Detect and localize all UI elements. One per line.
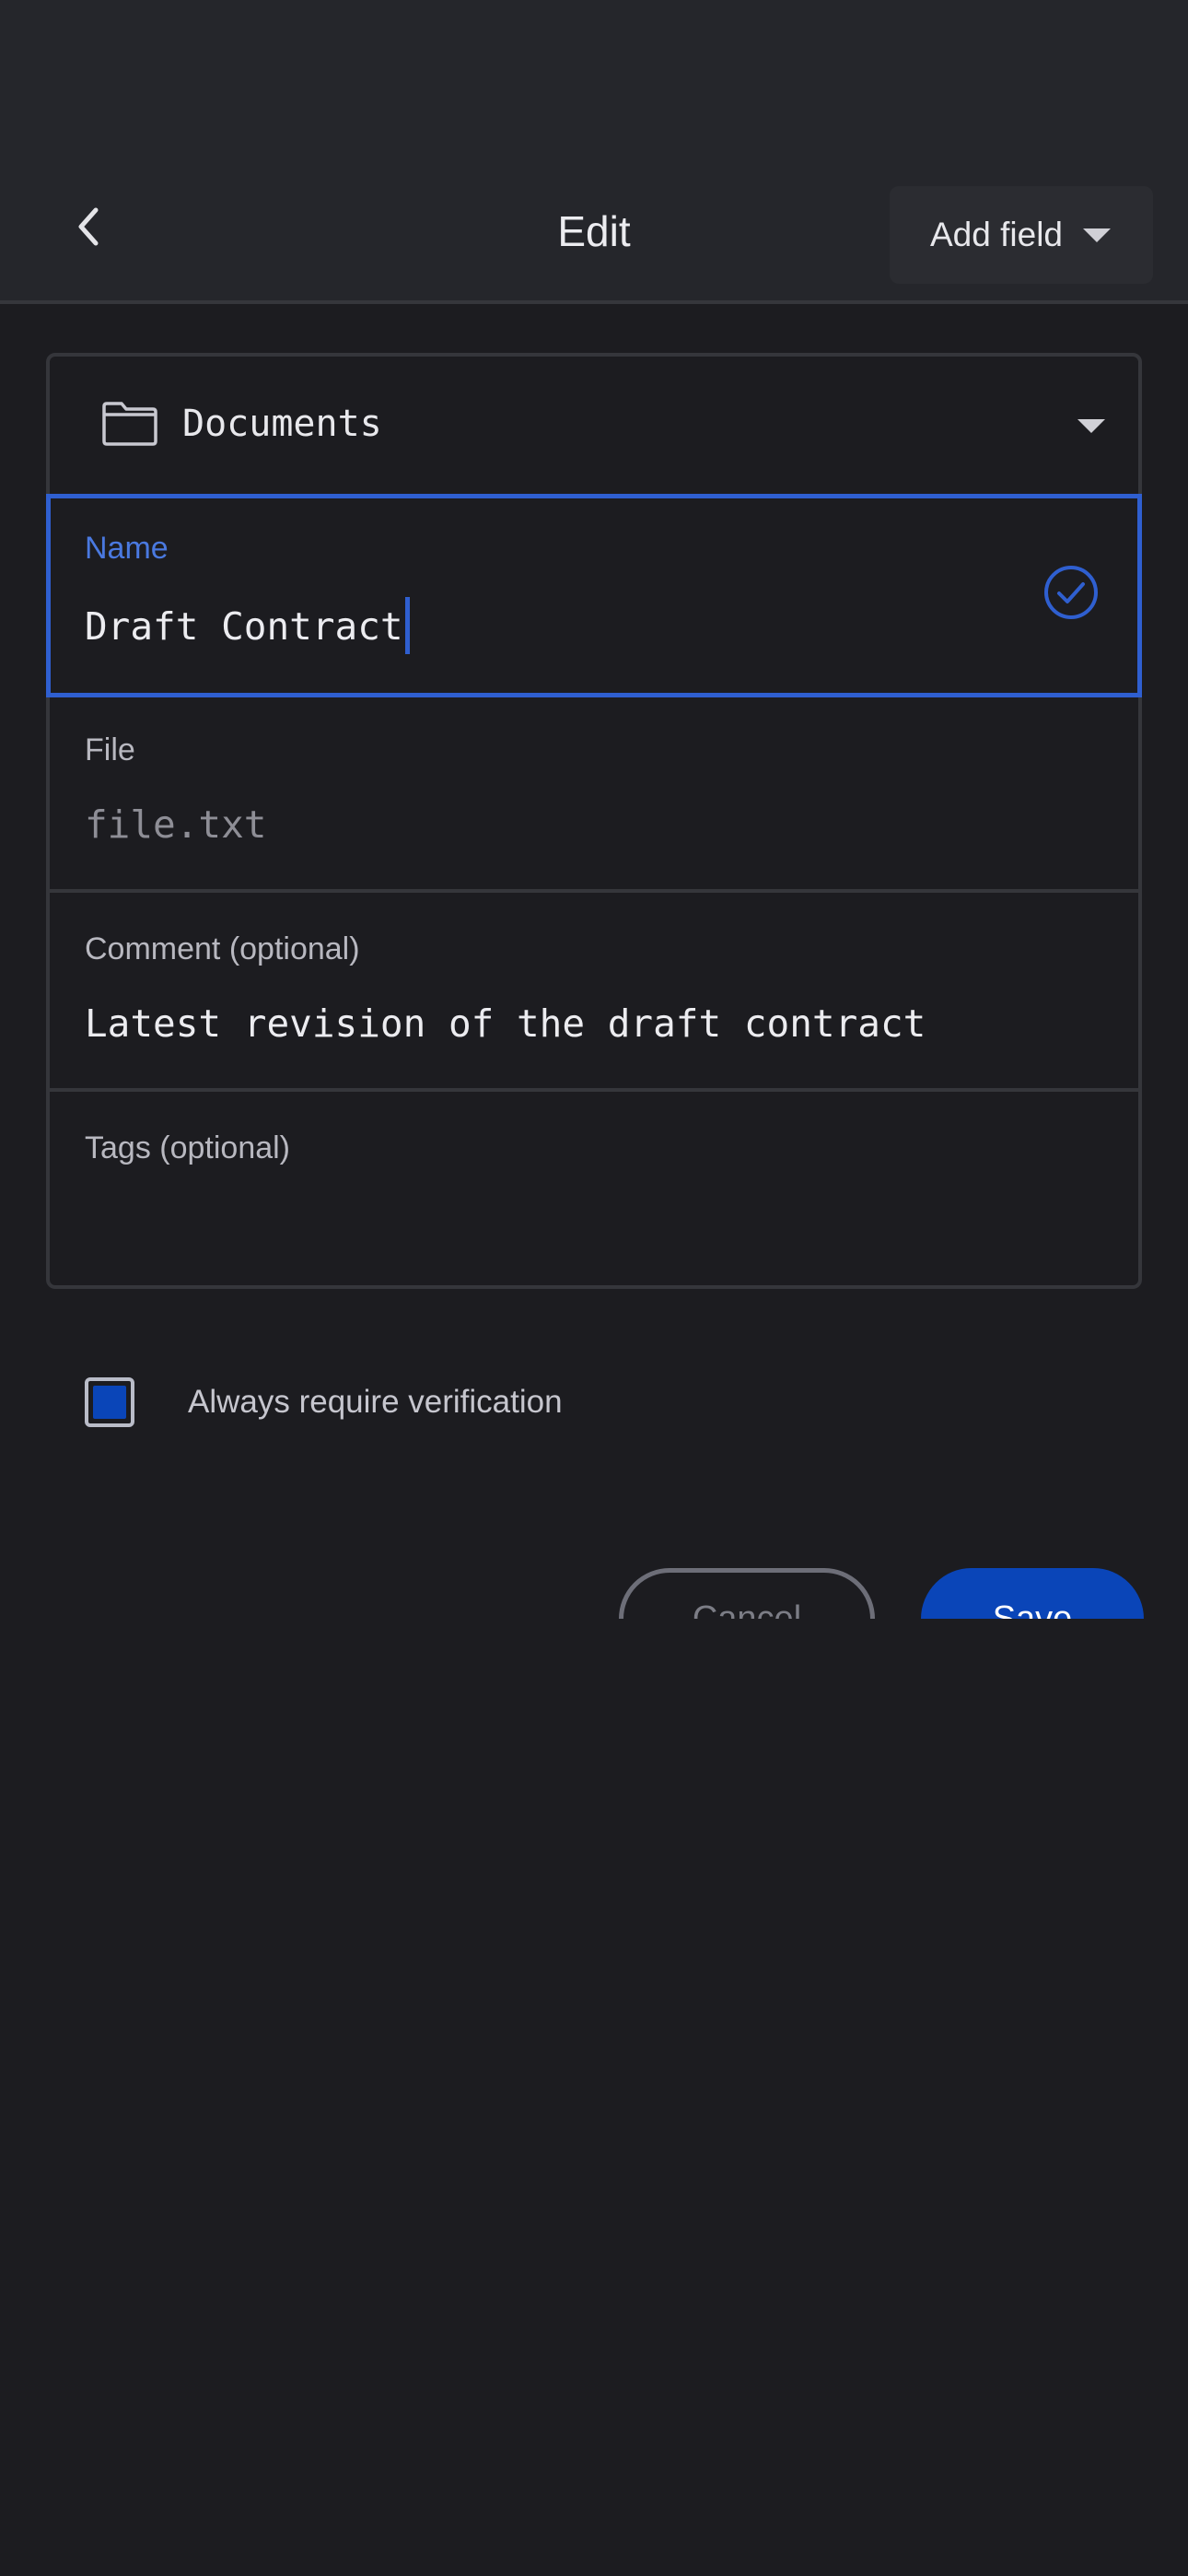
- comment-field[interactable]: Comment (optional) Latest revision of th…: [50, 893, 1138, 1092]
- chevron-left-icon: [78, 207, 99, 246]
- add-field-label: Add field: [930, 216, 1063, 253]
- app-header: Edit Add field: [0, 166, 1188, 304]
- verification-checkbox[interactable]: [85, 1377, 134, 1427]
- cancel-button[interactable]: Cancel: [619, 1568, 875, 1619]
- file-input[interactable]: file.txt: [85, 802, 266, 847]
- name-input[interactable]: Draft Contract: [85, 597, 410, 658]
- save-button[interactable]: Save: [921, 1568, 1144, 1619]
- name-field[interactable]: Name Draft Contract: [46, 494, 1142, 697]
- comment-input[interactable]: Latest revision of the draft contract: [85, 1001, 926, 1046]
- verification-option[interactable]: Always require verification: [85, 1376, 563, 1429]
- status-bar-area: [0, 0, 1188, 166]
- form-actions: Cancel Save: [0, 1557, 1188, 1619]
- tags-label: Tags (optional): [85, 1130, 291, 1165]
- checkbox-checked-indicator: [93, 1386, 126, 1419]
- folder-icon: [102, 402, 157, 446]
- folder-selector[interactable]: Documents: [50, 357, 1138, 498]
- add-field-button[interactable]: Add field: [890, 186, 1153, 284]
- back-button[interactable]: [55, 193, 122, 260]
- file-label: File: [85, 732, 135, 767]
- verification-label: Always require verification: [188, 1384, 563, 1420]
- name-label: Name: [85, 531, 169, 566]
- file-field[interactable]: File file.txt: [50, 694, 1138, 893]
- folder-label: Documents: [182, 403, 382, 445]
- text-cursor: [404, 597, 410, 654]
- caret-down-icon: [1077, 419, 1105, 433]
- comment-label: Comment (optional): [85, 931, 360, 966]
- name-value: Draft Contract: [85, 604, 403, 649]
- edit-form: Documents Name Draft Contract File file.…: [46, 353, 1142, 1289]
- tags-input[interactable]: [85, 1193, 1098, 1248]
- tags-field[interactable]: Tags (optional): [50, 1092, 1138, 1285]
- check-circle-icon: [1044, 566, 1098, 619]
- caret-down-icon: [1083, 228, 1111, 242]
- focus-outline: [46, 494, 1142, 697]
